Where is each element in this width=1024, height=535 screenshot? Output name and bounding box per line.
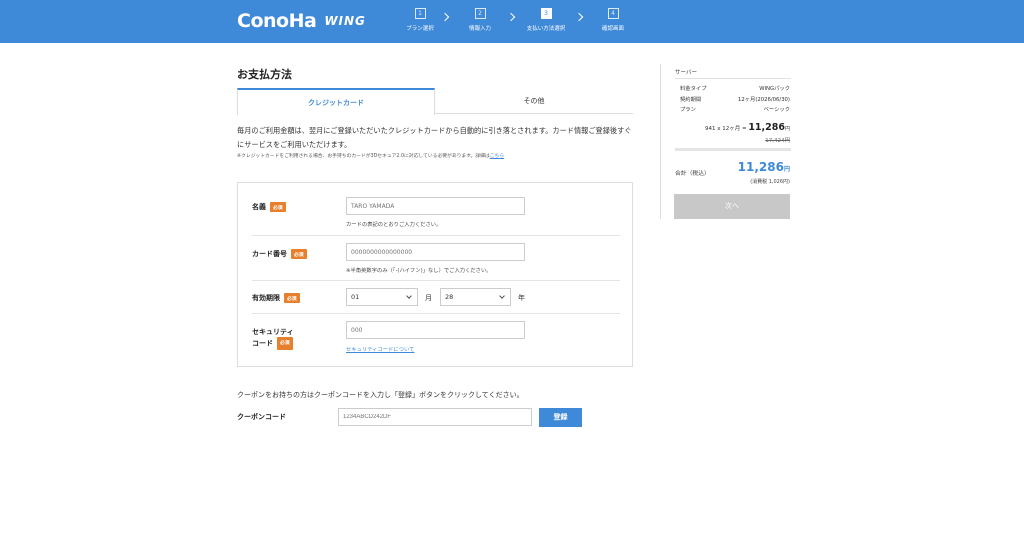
divider [675,78,791,79]
step-2-label: 情報入力 [468,26,491,32]
name-label: 名義 必須 [252,202,286,212]
security-code-input[interactable] [346,321,525,339]
summary-key: プラン [680,107,696,113]
step-3-label: 支払い方法選択 [526,26,566,32]
month-unit: 月 [425,294,432,302]
expiry-month-value: 01 [351,293,360,301]
expiry-label-text: 有効期限 [252,294,280,302]
details-link[interactable]: こちら [490,154,504,159]
step-4: 4 確認画面 [583,8,643,32]
unit-price: 941 x 12ヶ月 = [704,126,747,132]
brand-name: ConoHa [237,10,317,32]
next-button[interactable]: 次へ [674,194,790,219]
card-number-label-text: カード番号 [252,250,287,258]
conoha-wing-logo[interactable]: ConoHa WING [237,10,366,32]
step-1: 1 プラン選択 [390,8,450,32]
tax-note: (消費税 1,026円) [750,179,790,185]
expiry-year-select[interactable]: 28 [440,288,511,306]
security-code-label: セキュリティ コード 必須 [252,327,294,350]
step-2: 2 情報入力 [450,8,510,32]
tab-credit-card[interactable]: クレジットカード [237,88,435,115]
summary-row: 料金タイプ WINGパック [680,84,790,92]
expiry-year-value: 28 [445,293,454,301]
credit-card-form: 名義必須 カードの表記のとおりご入力ください。 カード番号必須 ※半角英数字のみ… [237,182,633,367]
coupon-instructions: クーポンをお持ちの方はクーポンコードを入力し「登録」ボタンをクリックしてください… [237,391,524,399]
page-title: お支払方法 [237,68,292,81]
card-number-hint: ※半角英数字のみ（「-(ハイフン)」なし）でご入力ください。 [346,268,492,274]
expiry-label: 有効期限 必須 [252,293,300,303]
card-number-label: カード番号 必須 [252,249,307,259]
step-1-label: プラン選択 [406,26,434,32]
coupon-label: クーポンコード [237,413,286,421]
step-3-number: 3 [540,8,552,19]
summary-row: プラン ベーシック [680,105,790,113]
chevron-down-icon [406,293,412,299]
year-unit: 年 [518,294,525,302]
name-row: 名義必須 カードの表記のとおりご入力ください。 [252,183,620,236]
summary-key: 料金タイプ [680,86,707,92]
summary-key: 契約期間 [680,97,702,103]
summary-value: ベーシック [763,107,790,113]
total-label: 合計（税込） [675,171,710,177]
security-code-label-line2: コード [252,339,273,348]
name-label-text: 名義 [252,203,266,211]
price-calculation: 941 x 12ヶ月 = 11,286円 [705,122,790,133]
product-name: WING [324,14,366,28]
chevron-right-icon [574,12,584,22]
yen-unit: 円 [783,166,790,173]
expiry-month-select[interactable]: 01 [346,288,418,306]
coupon-register-button[interactable]: 登録 [539,408,582,427]
security-code-label-line1: セキュリティ [252,328,294,336]
required-badge: 必須 [277,337,293,350]
payment-tabs: クレジットカード その他 [237,88,633,115]
security-code-link[interactable]: セキュリティコードについて [346,345,414,353]
name-hint: カードの表記のとおりご入力ください。 [346,222,442,228]
header: ConoHa WING 1 プラン選択 2 情報入力 3 支払い方法選択 4 確… [0,0,1024,43]
step-4-label: 確認画面 [601,26,624,32]
required-badge: 必須 [270,202,286,212]
expiry-row: 有効期限 必須 01 月 28 年 [252,281,620,314]
step-2-number: 2 [474,8,486,19]
card-name-input[interactable] [346,197,525,215]
security-code-row: セキュリティ コード必須 セキュリティコードについて [252,314,620,366]
step-1-number: 1 [414,8,426,19]
divider [675,148,791,151]
summary-row: 契約期間 12ヶ月(2026/06/30) [680,95,790,103]
3d-secure-note: ※クレジットカードをご利用される場合、お手持ちのカードが3Dセキュア2.0に対応… [237,152,633,159]
subtotal: 11,286 [748,122,785,133]
yen-unit: 円 [784,126,790,132]
payment-description: 毎月のご利用金額は、翌月にご登録いただいたクレジットカードから自動的に引き落とさ… [237,126,632,149]
required-badge: 必須 [291,249,307,259]
total-price: 11,286円 [738,160,790,174]
summary-title: サーバー [675,70,697,76]
step-3: 3 支払い方法選択 [516,8,576,32]
original-price: 17,424円 [765,138,790,144]
total-amount: 11,286 [737,160,784,174]
3d-secure-note-text: ※クレジットカードをご利用される場合、お手持ちのカードが3Dセキュア2.0に対応… [237,154,490,159]
card-number-input[interactable] [346,243,525,261]
tab-other[interactable]: その他 [435,88,633,114]
summary-value: WINGパック [759,86,790,92]
step-4-number: 4 [607,8,619,19]
required-badge: 必須 [284,293,300,303]
card-number-row: カード番号必須 ※半角英数字のみ（「-(ハイフン)」なし）でご入力ください。 [252,236,620,281]
coupon-input[interactable] [338,408,532,426]
chevron-down-icon [499,293,505,299]
summary-value: 12ヶ月(2026/06/30) [738,97,790,103]
